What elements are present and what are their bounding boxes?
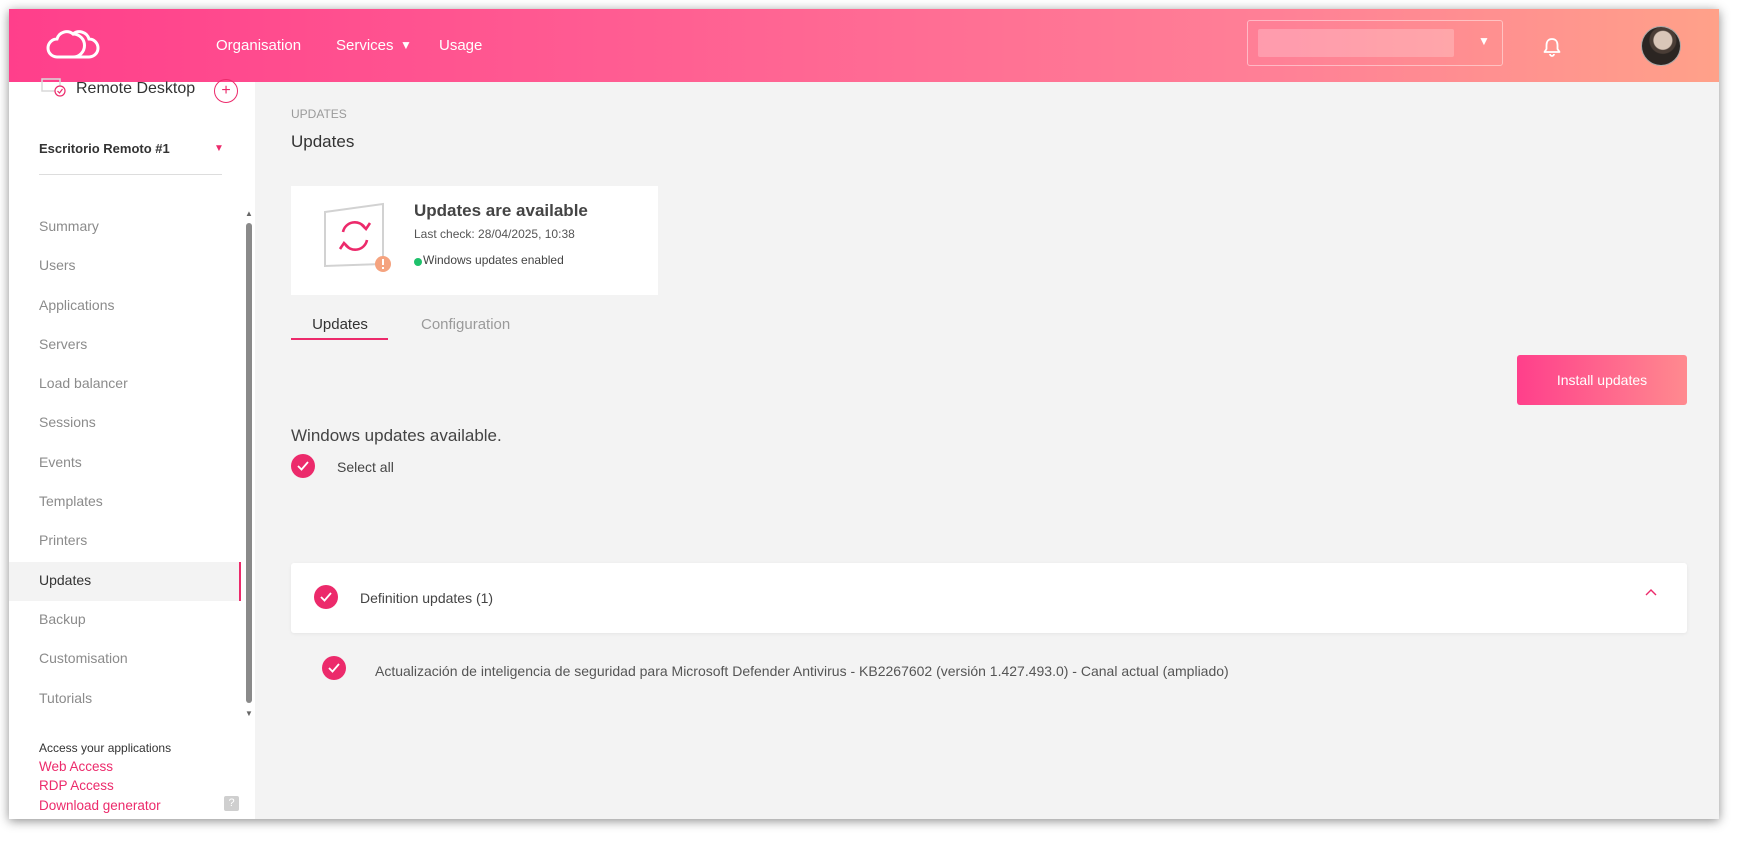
scroll-up-icon[interactable]: ▲ [245, 209, 253, 218]
sidebar-item-users[interactable]: Users [9, 247, 241, 286]
update-status-card: Updates are available Last check: 28/04/… [291, 186, 658, 295]
desktop-selector[interactable]: Escritorio Remoto #1 [39, 141, 170, 156]
sync-warning-icon [324, 202, 391, 272]
user-avatar[interactable] [1641, 26, 1681, 66]
check-icon [297, 461, 309, 471]
section-title: Windows updates available. [291, 426, 502, 445]
active-tab-indicator [291, 338, 388, 340]
scrollbar-thumb[interactable] [246, 223, 252, 703]
web-access-link[interactable]: Web Access [39, 759, 113, 774]
sidebar-item-updates[interactable]: Updates [9, 561, 241, 602]
help-icon[interactable]: ? [224, 796, 239, 811]
select-all-checkbox[interactable] [291, 454, 315, 478]
tab-configuration[interactable]: Configuration [421, 316, 510, 333]
check-icon [328, 663, 340, 673]
sidebar-item-backup[interactable]: Backup [9, 601, 241, 640]
nav-organisation[interactable]: Organisation [216, 37, 301, 54]
services-caret-icon[interactable]: ▼ [400, 38, 412, 52]
update-item-label: Actualización de inteligencia de segurid… [375, 663, 1229, 679]
sidebar: Remote Desktop + Escritorio Remoto #1 ▼ … [9, 78, 255, 819]
nav-usage[interactable]: Usage [439, 37, 482, 54]
rdp-access-link[interactable]: RDP Access [39, 778, 114, 793]
update-item-checkbox[interactable] [322, 656, 346, 680]
breadcrumb: UPDATES [291, 107, 347, 121]
service-title: Remote Desktop [76, 80, 196, 97]
sidebar-scrollbar[interactable]: ▲ ▼ [245, 209, 253, 721]
status-dot [414, 258, 422, 266]
app-window: Organisation Services ▼ Usage ▼ Remote D… [9, 9, 1719, 819]
sidebar-item-customisation[interactable]: Customisation [9, 640, 241, 679]
sidebar-item-summary[interactable]: Summary [9, 208, 241, 247]
add-button[interactable]: + [214, 79, 238, 103]
download-generator-link[interactable]: Download generator [39, 798, 161, 813]
sidebar-item-servers[interactable]: Servers [9, 326, 241, 365]
sidebar-item-applications[interactable]: Applications [9, 287, 241, 326]
select-all-label[interactable]: Select all [337, 459, 394, 475]
chevron-down-icon: ▼ [1478, 34, 1490, 48]
tab-updates[interactable]: Updates [291, 316, 389, 333]
check-icon [320, 592, 332, 602]
account-selector[interactable]: ▼ [1247, 20, 1503, 66]
update-group-row[interactable]: Definition updates (1) [291, 563, 1687, 633]
windows-updates-status: Windows updates enabled [423, 253, 564, 267]
access-label: Access your applications [39, 741, 172, 755]
page-title: Updates [291, 132, 355, 151]
nav-services[interactable]: Services [336, 37, 394, 54]
group-label: Definition updates (1) [360, 590, 494, 606]
scroll-down-icon[interactable]: ▼ [245, 709, 253, 718]
install-updates-button[interactable]: Install updates [1517, 355, 1687, 405]
top-bar: Organisation Services ▼ Usage ▼ [9, 9, 1719, 82]
sidebar-item-sessions[interactable]: Sessions [9, 404, 241, 443]
chevron-down-icon[interactable]: ▼ [214, 143, 224, 154]
sidebar-menu: Summary Users Applications Servers Load … [9, 208, 241, 719]
divider [39, 174, 222, 175]
account-selector-value [1258, 29, 1454, 57]
sidebar-item-tutorials[interactable]: Tutorials [9, 680, 241, 719]
cloud-logo-icon[interactable] [45, 27, 101, 63]
last-check-text: Last check: 28/04/2025, 10:38 [414, 227, 575, 241]
sidebar-item-templates[interactable]: Templates [9, 483, 241, 522]
sidebar-item-load-balancer[interactable]: Load balancer [9, 365, 241, 404]
status-title: Updates are available [414, 201, 588, 220]
sidebar-item-printers[interactable]: Printers [9, 522, 241, 561]
remote-desktop-icon [41, 78, 66, 97]
group-checkbox[interactable] [314, 585, 338, 609]
sidebar-item-events[interactable]: Events [9, 444, 241, 483]
bell-icon[interactable] [1541, 36, 1563, 58]
main-content: UPDATES Updates Updates are available La… [255, 82, 1719, 819]
chevron-up-icon[interactable] [1643, 585, 1659, 601]
